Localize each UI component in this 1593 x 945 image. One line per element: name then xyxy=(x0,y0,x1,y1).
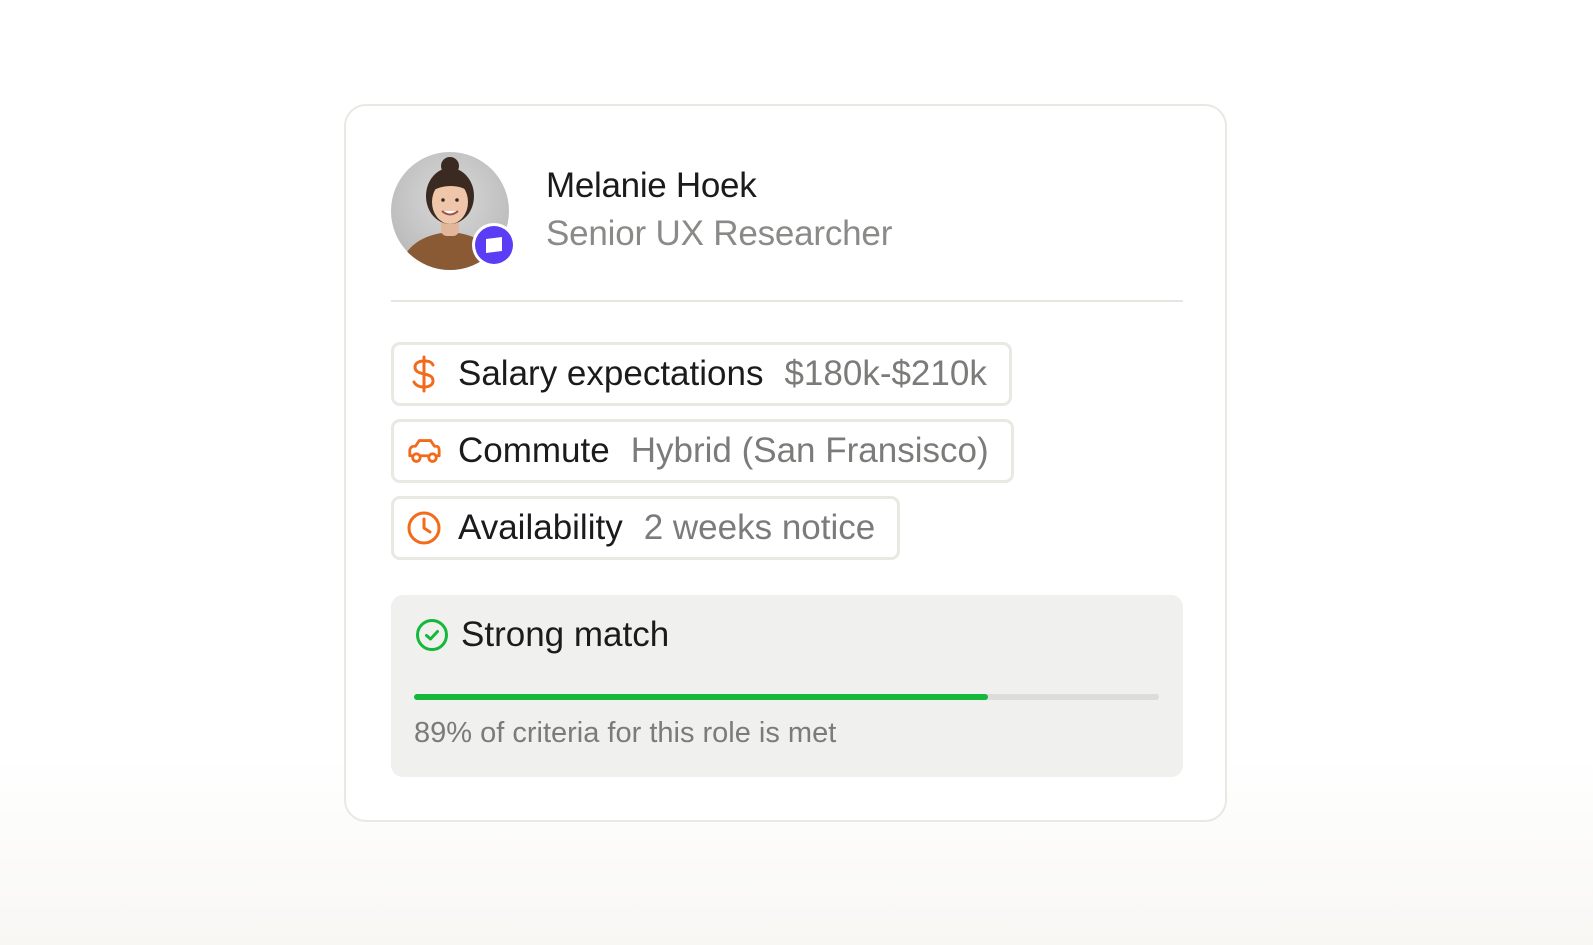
detail-chip-commute: Commute Hybrid (San Fransisco) xyxy=(391,419,1014,483)
clock-icon xyxy=(406,510,442,546)
candidate-card: Melanie Hoek Senior UX Researcher Salary… xyxy=(344,104,1227,822)
detail-label: Salary expectations xyxy=(458,354,764,393)
candidate-header: Melanie Hoek Senior UX Researcher xyxy=(391,152,1183,302)
detail-label: Availability xyxy=(458,508,623,547)
detail-chip-salary: Salary expectations $180k-$210k xyxy=(391,342,1012,406)
check-circle-icon xyxy=(414,617,450,653)
candidate-role: Senior UX Researcher xyxy=(546,214,893,253)
card-icon xyxy=(486,237,502,253)
detail-value: 2 weeks notice xyxy=(643,508,876,547)
match-panel: Strong match 89% of criteria for this ro… xyxy=(391,595,1183,777)
avatar-badge xyxy=(472,223,516,267)
match-progress-fill xyxy=(414,694,988,700)
match-title: Strong match xyxy=(461,615,670,654)
dollar-icon xyxy=(406,355,442,393)
detail-value: $180k-$210k xyxy=(784,354,987,393)
match-heading: Strong match xyxy=(414,615,669,655)
detail-value: Hybrid (San Fransisco) xyxy=(630,431,989,470)
match-description: 89% of criteria for this role is met xyxy=(414,717,837,749)
detail-chip-availability: Availability 2 weeks notice xyxy=(391,496,901,560)
candidate-name: Melanie Hoek xyxy=(546,166,757,205)
detail-label: Commute xyxy=(458,431,610,470)
match-progress-bar xyxy=(414,694,1159,700)
car-icon xyxy=(406,433,442,469)
